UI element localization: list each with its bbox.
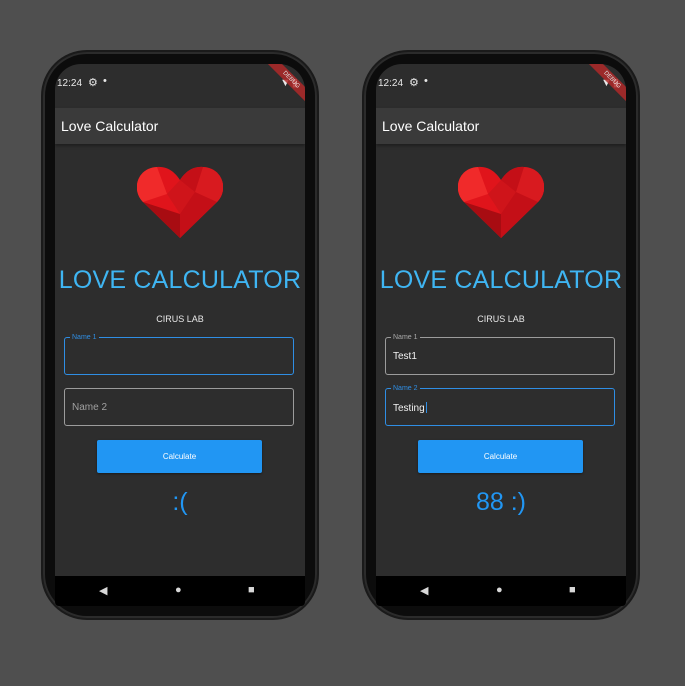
heart-icon (137, 166, 223, 238)
app-screen-right: 12:24 ⚙ • ▼▮ DEBUG Love Calculator LOVE … (376, 64, 626, 606)
phone-frame-right: 12:24 ⚙ • ▼▮ DEBUG Love Calculator LOVE … (364, 52, 638, 618)
status-bar: 12:24 ⚙ • ▼▮ (55, 64, 305, 98)
phone-frame-left: 12:24 ⚙ • ▼▮ DEBUG Love Calculator LOVE … (43, 52, 317, 618)
name2-placeholder: Name 2 (72, 402, 108, 413)
status-bar: 12:24 ⚙ • ▼▮ (376, 64, 626, 98)
name1-label: Name 1 (391, 333, 420, 342)
name1-field[interactable]: Name 1 Test1 (385, 333, 615, 375)
page-title: LOVE CALCULATOR (58, 266, 302, 294)
name2-value: Testing (393, 403, 425, 414)
name2-field[interactable]: Name 2 (64, 388, 294, 426)
recents-icon[interactable]: ■ (569, 584, 576, 596)
subtitle: CIRUS LAB (156, 314, 204, 324)
app-screen-left: 12:24 ⚙ • ▼▮ DEBUG Love Calculator LOVE … (55, 64, 305, 606)
back-icon[interactable]: ◀ (420, 584, 428, 597)
notification-dot-icon: • (103, 75, 107, 87)
app-bar-title: Love Calculator (382, 118, 480, 134)
name1-field[interactable]: Name 1 (64, 333, 294, 375)
home-icon[interactable]: ● (175, 584, 182, 596)
recents-icon[interactable]: ■ (248, 584, 255, 596)
result-text: 88 :) (475, 488, 527, 516)
heart-icon (458, 166, 544, 238)
name2-label: Name 2 (391, 384, 420, 393)
settings-icon: ⚙ (88, 77, 98, 89)
app-bar: Love Calculator (55, 108, 305, 144)
page-title: LOVE CALCULATOR (379, 266, 623, 294)
name1-label: Name 1 (70, 333, 99, 342)
notification-dot-icon: • (424, 75, 428, 87)
back-icon[interactable]: ◀ (99, 584, 107, 597)
subtitle: CIRUS LAB (477, 314, 525, 324)
home-icon[interactable]: ● (496, 584, 503, 596)
calculate-button[interactable]: Calculate (418, 440, 583, 473)
nav-bar: ◀ ● ■ (55, 576, 305, 606)
name2-field[interactable]: Name 2 Testing (385, 384, 615, 426)
name1-value: Test1 (393, 351, 417, 362)
result-text: :( (172, 488, 188, 516)
calculate-button[interactable]: Calculate (97, 440, 262, 473)
text-caret (425, 402, 427, 413)
nav-bar: ◀ ● ■ (376, 576, 626, 606)
settings-icon: ⚙ (409, 77, 419, 89)
app-bar-title: Love Calculator (61, 118, 159, 134)
status-time: 12:24 (57, 78, 83, 89)
name2-value-wrap: Testing (393, 402, 427, 414)
status-time: 12:24 (378, 78, 404, 89)
app-bar: Love Calculator (376, 108, 626, 144)
